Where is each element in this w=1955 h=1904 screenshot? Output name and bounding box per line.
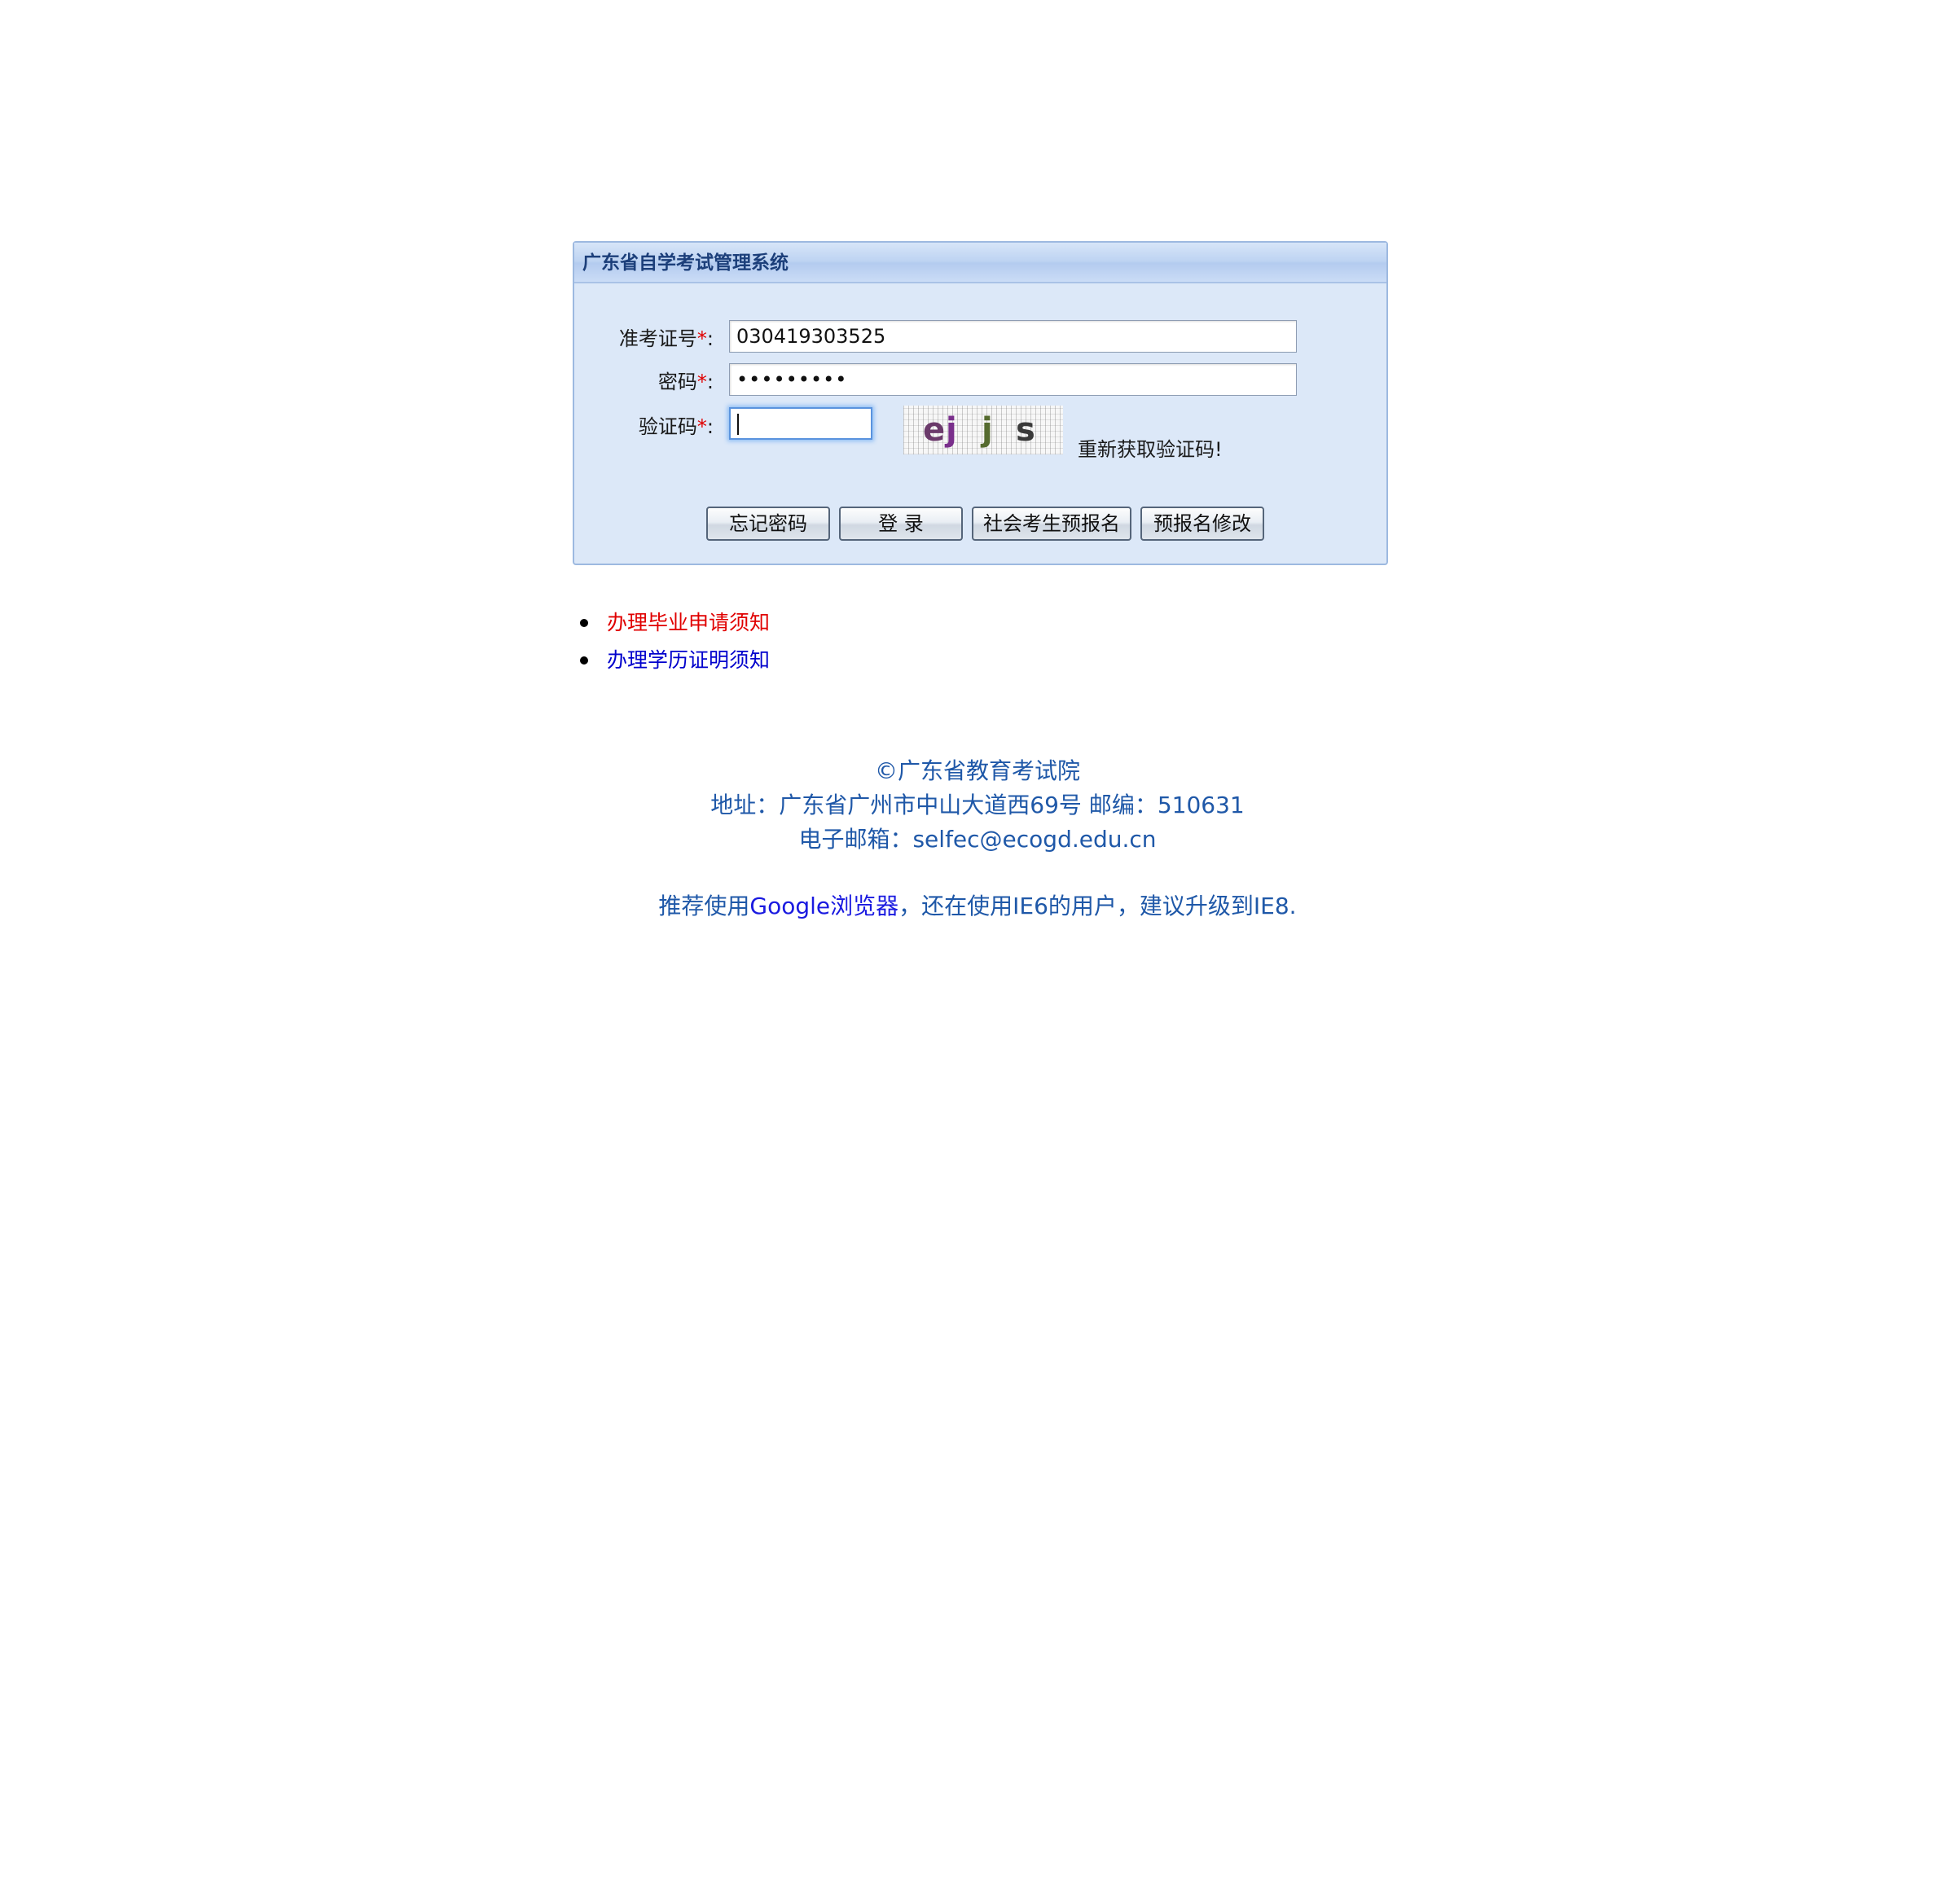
bullet-icon — [580, 656, 588, 665]
login-button[interactable]: 登 录 — [839, 507, 963, 541]
certificate-notice-link[interactable]: 办理学历证明须知 — [607, 648, 770, 672]
captcha-input[interactable] — [729, 407, 872, 440]
list-item: 办理学历证明须知 — [573, 642, 770, 679]
copyright-text: ©广东省教育考试院 — [874, 757, 1080, 784]
captcha-char: s — [1016, 411, 1035, 449]
captcha-char: e — [923, 411, 946, 449]
login-panel: 广东省自学考试管理系统 准考证号*: 030419303525 密码*: •••… — [573, 241, 1388, 565]
refresh-captcha-link[interactable]: 重新获取验证码! — [1078, 433, 1223, 462]
social-preregister-button[interactable]: 社会考生预报名 — [972, 507, 1131, 541]
password-input[interactable]: ••••••••• — [729, 363, 1297, 396]
panel-title: 广东省自学考试管理系统 — [574, 243, 1386, 283]
captcha-label: 验证码*: — [638, 415, 714, 438]
google-browser-link[interactable]: Google浏览器 — [749, 893, 898, 919]
list-item: 办理毕业申请须知 — [573, 604, 770, 642]
required-mark: * — [696, 371, 707, 393]
exam-id-label: 准考证号*: — [618, 327, 714, 350]
footer: ©广东省教育考试院 地址：广东省广州市中山大道西69号 邮编：510631 电子… — [0, 754, 1955, 923]
password-label: 密码*: — [657, 371, 714, 393]
graduation-notice-link[interactable]: 办理毕业申请须知 — [607, 611, 770, 634]
captcha-image[interactable]: e j j s — [903, 406, 1063, 454]
text-caret — [737, 413, 739, 435]
captcha-char: j — [946, 411, 957, 449]
forgot-password-button[interactable]: 忘记密码 — [706, 507, 830, 541]
exam-id-input[interactable]: 030419303525 — [729, 320, 1297, 353]
email-text: 电子邮箱：selfec@ecogd.edu.cn — [798, 826, 1157, 853]
footer-spacer — [0, 857, 1955, 889]
address-text: 地址：广东省广州市中山大道西69号 邮编：510631 — [710, 792, 1245, 818]
required-mark: * — [696, 327, 707, 350]
required-mark: * — [696, 415, 707, 438]
modify-preregister-button[interactable]: 预报名修改 — [1140, 507, 1264, 541]
browser-recommendation: 推荐使用Google浏览器，还在使用IE6的用户，建议升级到IE8. — [658, 893, 1297, 919]
bullet-icon — [580, 619, 588, 627]
captcha-char: j — [982, 411, 993, 449]
notice-list: 办理毕业申请须知 办理学历证明须知 — [573, 604, 770, 679]
